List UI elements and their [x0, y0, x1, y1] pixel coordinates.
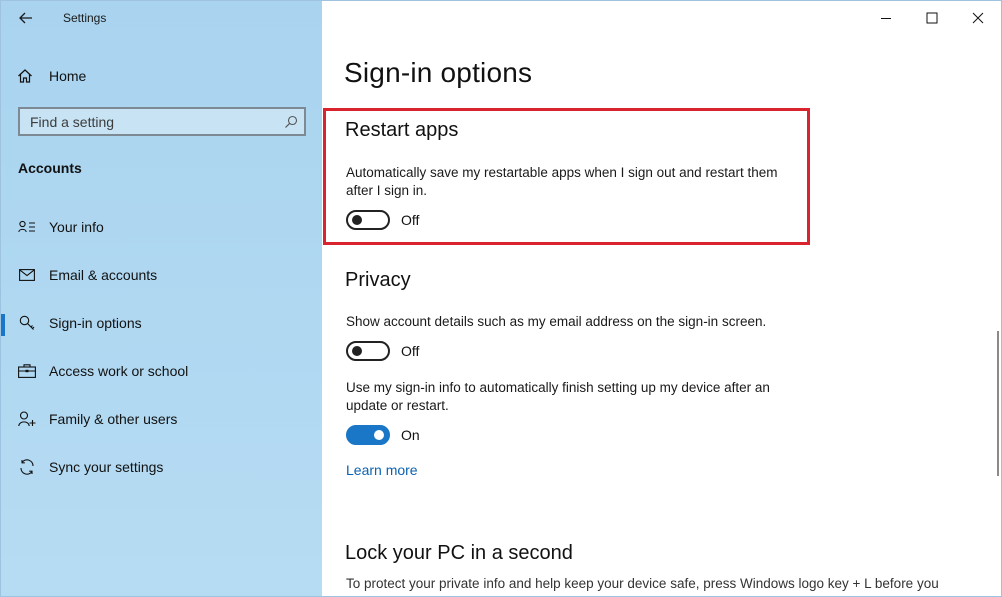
home-link[interactable]: Home: [17, 65, 86, 87]
key-icon: [17, 313, 37, 333]
learn-more-link[interactable]: Learn more: [346, 462, 418, 478]
back-arrow-icon: [19, 12, 32, 24]
sync-icon: [17, 457, 37, 477]
privacy-heading: Privacy: [345, 269, 411, 291]
sidebar-item-label: Email & accounts: [49, 267, 158, 283]
toggle-knob: [374, 430, 384, 440]
search-icon[interactable]: [278, 109, 304, 134]
close-icon: [972, 12, 984, 24]
toggle-knob: [352, 346, 362, 356]
mail-icon: [17, 265, 37, 285]
sign-in-info-toggle-state: On: [401, 427, 420, 443]
sidebar-item-email-accounts[interactable]: Email & accounts: [1, 257, 322, 293]
lock-pc-heading: Lock your PC in a second: [345, 542, 573, 564]
restart-apps-toggle[interactable]: [346, 210, 390, 230]
sidebar-item-your-info[interactable]: Your info: [1, 209, 322, 245]
restart-apps-heading: Restart apps: [345, 119, 459, 141]
home-label: Home: [49, 68, 87, 84]
minimize-icon: [881, 18, 891, 19]
account-details-toggle-state: Off: [401, 343, 420, 359]
sidebar-item-sync-settings[interactable]: Sync your settings: [1, 449, 322, 485]
maximize-button[interactable]: [909, 3, 955, 33]
minimize-button[interactable]: [863, 3, 909, 33]
back-button[interactable]: [13, 7, 39, 29]
scrollbar[interactable]: [997, 331, 999, 476]
lock-pc-description: To protect your private info and help ke…: [346, 576, 939, 591]
privacy-sign-in-info-description: Use my sign-in info to automatically fin…: [346, 380, 770, 413]
sidebar-item-label: Your info: [49, 219, 104, 235]
accounts-section-header: Accounts: [18, 160, 82, 176]
sidebar: Settings Home Accounts: [1, 1, 322, 596]
sidebar-item-label: Sign-in options: [49, 315, 142, 331]
settings-window: Settings Home Accounts: [0, 0, 1002, 597]
sidebar-item-label: Access work or school: [49, 363, 189, 379]
person-card-icon: [17, 217, 37, 237]
app-title: Settings: [63, 11, 107, 25]
sign-in-info-toggle[interactable]: [346, 425, 390, 445]
briefcase-icon: [17, 361, 37, 381]
sidebar-item-family-other-users[interactable]: Family & other users: [1, 401, 322, 437]
toggle-knob: [352, 215, 362, 225]
search-input[interactable]: [20, 109, 278, 134]
maximize-icon: [926, 12, 938, 24]
home-icon: [18, 69, 32, 83]
restart-apps-toggle-state: Off: [401, 212, 420, 228]
sidebar-item-access-work-school[interactable]: Access work or school: [1, 353, 322, 389]
page-title: Sign-in options: [344, 57, 533, 88]
search-box[interactable]: [18, 107, 306, 136]
restart-apps-description: Automatically save my restartable apps w…: [346, 165, 778, 198]
privacy-account-details-description: Show account details such as my email ad…: [346, 314, 767, 329]
close-button[interactable]: [955, 3, 1001, 33]
sidebar-item-sign-in-options[interactable]: Sign-in options: [1, 305, 322, 341]
person-add-icon: [17, 409, 37, 429]
sidebar-item-label: Family & other users: [49, 411, 178, 427]
account-details-toggle[interactable]: [346, 341, 390, 361]
sidebar-item-label: Sync your settings: [49, 459, 164, 475]
